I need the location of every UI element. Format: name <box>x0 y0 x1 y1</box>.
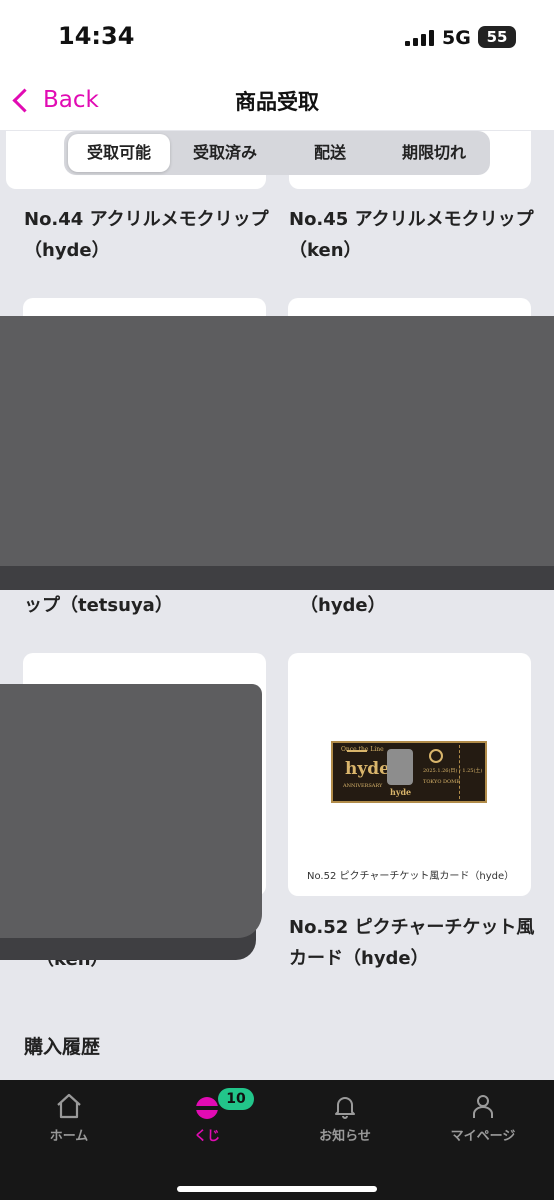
nav-bar: Back 商品受取 <box>0 72 554 130</box>
segment-receivable[interactable]: 受取可能 <box>68 134 170 172</box>
tab-label: ホーム <box>49 1129 89 1144</box>
home-icon <box>57 1093 81 1119</box>
dark-overlay <box>0 316 554 566</box>
tab-notifications[interactable]: お知らせ <box>276 1080 414 1160</box>
tab-label: くじ <box>193 1129 220 1144</box>
item-title[interactable]: No.44 アクリルメモクリップ（hyde） <box>24 204 274 266</box>
segment-expired[interactable]: 期限切れ <box>382 134 486 172</box>
item-title-partial[interactable]: （hyde） <box>300 590 550 621</box>
status-bar: 14:34 5G 55 <box>0 0 554 72</box>
ticket-perforation <box>459 745 460 799</box>
ticket-image: Once the Line hyde ANNIVERSARY hyde 2025… <box>331 741 487 803</box>
home-indicator <box>177 1186 377 1192</box>
segment-shipping[interactable]: 配送 <box>278 134 382 172</box>
kuji-badge: 10 <box>218 1088 254 1110</box>
segment-received[interactable]: 受取済み <box>172 134 278 172</box>
tab-home[interactable]: ホーム <box>0 1080 138 1160</box>
item-title[interactable]: No.45 アクリルメモクリップ（ken） <box>289 204 539 266</box>
tab-label: マイページ <box>450 1129 516 1144</box>
tab-mypage[interactable]: マイページ <box>414 1080 552 1160</box>
logo-icon <box>429 749 443 763</box>
item-title[interactable]: No.52 ピクチャーチケット風カード（hyde） <box>289 912 539 974</box>
battery-icon: 55 <box>478 26 516 48</box>
signal-icon <box>405 30 437 46</box>
ticket-sub-brand: ANNIVERSARY <box>343 783 383 789</box>
portrait-photo <box>387 749 413 785</box>
tab-kuji[interactable]: くじ <box>138 1080 276 1160</box>
tab-label: お知らせ <box>319 1129 371 1144</box>
network-label: 5G <box>442 27 471 49</box>
page-title: 商品受取 <box>235 90 319 114</box>
ticket-date: 2025.1.26(日)・1.25(土) <box>423 768 483 774</box>
overlay-shadow <box>0 562 554 590</box>
ticket-name-tag: hyde <box>390 787 412 797</box>
item-title-partial[interactable]: ップ（tetsuya） <box>24 590 274 621</box>
bell-icon <box>335 1097 355 1119</box>
tab-bar: ホーム くじ お知らせ マイページ <box>0 1080 554 1200</box>
kuji-icon <box>196 1097 218 1119</box>
status-time: 14:34 <box>58 22 135 50</box>
ticket-brand: hyde <box>345 759 390 779</box>
purchase-history-heading: 購入履歴 <box>24 1036 101 1058</box>
dark-overlay <box>0 684 262 938</box>
segmented-control: 受取可能 受取済み 配送 期限切れ <box>64 131 490 175</box>
card-caption: No.52 ピクチャーチケット風カード（hyde） <box>307 871 515 882</box>
ticket-venue: TOKYO DOME <box>423 779 460 785</box>
person-icon <box>473 1095 493 1118</box>
